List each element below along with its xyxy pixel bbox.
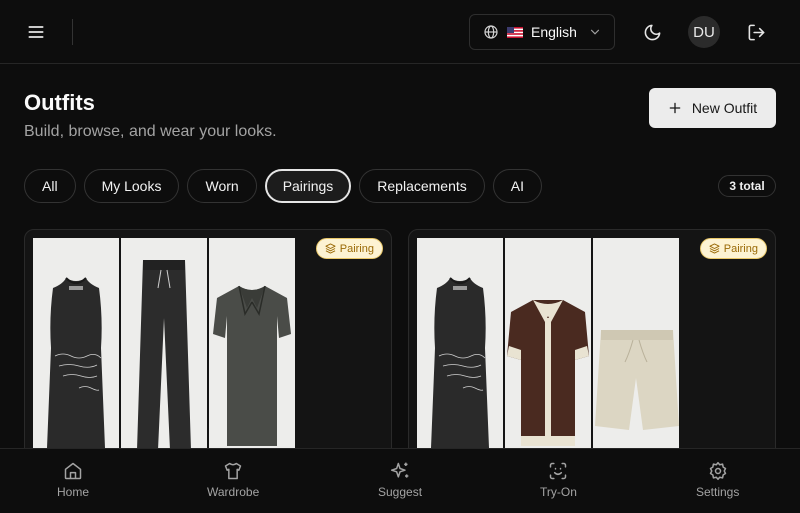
logout-button[interactable] bbox=[740, 16, 772, 48]
item-tank-top-image bbox=[417, 238, 503, 453]
logout-icon bbox=[748, 24, 764, 40]
tab-worn[interactable]: Worn bbox=[187, 169, 257, 203]
moon-icon bbox=[644, 24, 660, 40]
total-count-badge: 3 total bbox=[718, 175, 776, 197]
scan-face-icon bbox=[550, 462, 567, 480]
nav-try-on[interactable]: Try-On bbox=[540, 461, 577, 499]
item-trousers-image bbox=[121, 238, 207, 453]
header-divider bbox=[72, 19, 73, 45]
top-bar: English DU bbox=[0, 0, 800, 64]
nav-settings[interactable]: Settings bbox=[696, 461, 739, 499]
chevron-down-icon bbox=[590, 29, 600, 35]
shirt-icon bbox=[224, 462, 242, 480]
item-camp-shirt-image bbox=[505, 238, 591, 453]
badge-label: Pairing bbox=[339, 242, 374, 255]
nav-home-label: Home bbox=[57, 485, 90, 499]
avatar[interactable]: DU bbox=[688, 16, 720, 48]
item-tank-top-image bbox=[33, 238, 119, 453]
sparkles-icon bbox=[390, 462, 409, 478]
layers-icon bbox=[709, 243, 720, 254]
outfit-thumbnails bbox=[33, 238, 295, 453]
outfit-card[interactable]: Pairing bbox=[408, 229, 776, 469]
nav-wardrobe-label: Wardrobe bbox=[207, 485, 260, 499]
menu-button[interactable] bbox=[20, 16, 52, 48]
outfit-thumbnails bbox=[417, 238, 679, 453]
layers-icon bbox=[325, 243, 336, 254]
home-icon bbox=[64, 462, 82, 480]
globe-icon bbox=[484, 25, 498, 39]
bottom-nav: Home Wardrobe Suggest Try-On Settings bbox=[0, 448, 800, 513]
page-subtitle: Build, browse, and wear your looks. bbox=[24, 123, 277, 140]
pairing-badge: Pairing bbox=[315, 238, 383, 259]
item-polo-shirt-image bbox=[209, 238, 295, 453]
plus-icon bbox=[669, 102, 681, 114]
gear-icon bbox=[709, 461, 726, 481]
nav-wardrobe[interactable]: Wardrobe bbox=[207, 461, 259, 499]
filter-tabs: All My Looks Worn Pairings Replacements … bbox=[24, 169, 543, 203]
tab-all[interactable]: All bbox=[24, 169, 76, 203]
nav-suggest[interactable]: Suggest bbox=[378, 461, 422, 499]
language-label: English bbox=[531, 24, 577, 40]
badge-label: Pairing bbox=[723, 242, 758, 255]
new-outfit-label: New Outfit bbox=[691, 100, 758, 116]
nav-settings-label: Settings bbox=[696, 485, 740, 499]
item-shorts-image bbox=[593, 238, 679, 453]
nav-try-on-label: Try-On bbox=[540, 485, 577, 499]
tab-replacements[interactable]: Replacements bbox=[359, 169, 485, 203]
pairing-badge: Pairing bbox=[699, 238, 767, 259]
new-outfit-button[interactable]: New Outfit bbox=[649, 88, 776, 128]
page-title: Outfits bbox=[24, 90, 95, 115]
nav-suggest-label: Suggest bbox=[378, 485, 423, 499]
us-flag-icon bbox=[507, 26, 523, 38]
tab-ai[interactable]: AI bbox=[492, 169, 543, 203]
language-select[interactable]: English bbox=[469, 14, 615, 50]
tab-pairings[interactable]: Pairings bbox=[264, 169, 352, 203]
tab-my-looks[interactable]: My Looks bbox=[83, 169, 180, 203]
menu-icon bbox=[28, 26, 44, 38]
theme-toggle-button[interactable] bbox=[636, 16, 668, 48]
nav-home[interactable]: Home bbox=[57, 461, 89, 499]
outfit-card[interactable]: Pairing bbox=[24, 229, 392, 469]
